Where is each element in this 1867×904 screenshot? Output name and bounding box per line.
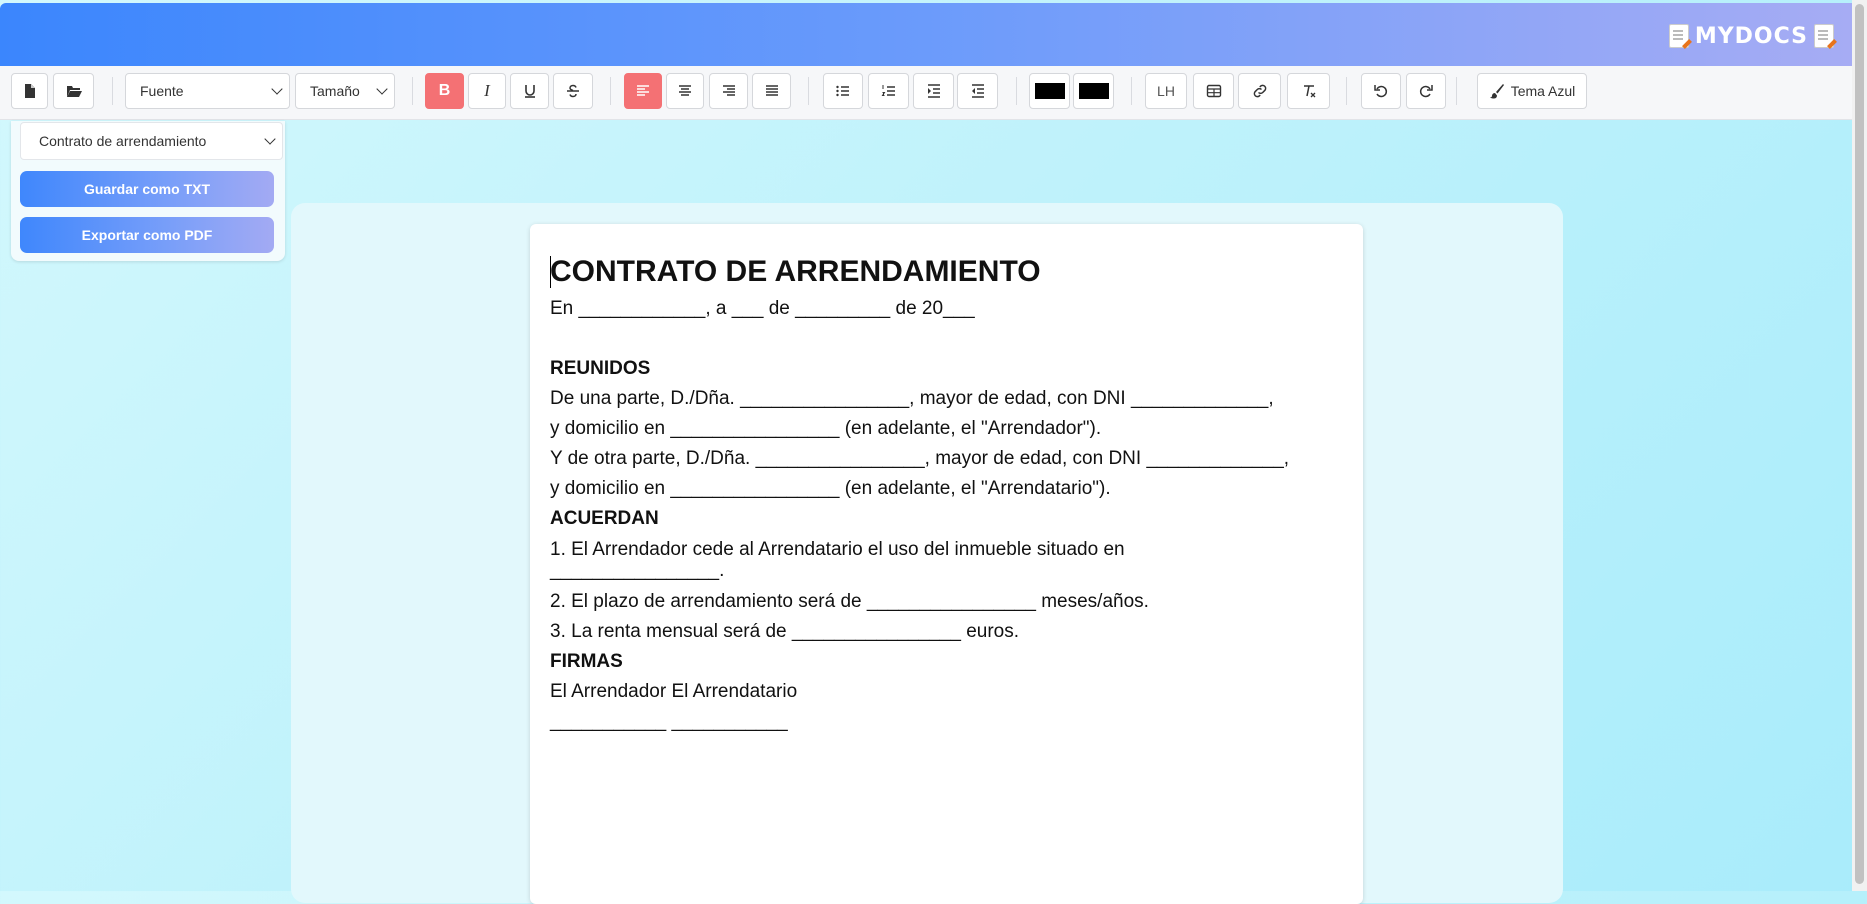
redo-button[interactable] — [1406, 73, 1446, 109]
chevron-down-icon — [376, 83, 388, 95]
theme-button[interactable]: Tema Azul — [1477, 73, 1587, 109]
section-heading-acuerdan: ACUERDAN — [550, 508, 659, 529]
indent-icon — [927, 84, 940, 98]
document-page[interactable]: CONTRATO DE ARRENDAMIENTO En ___________… — [530, 224, 1363, 904]
memo-icon — [1668, 24, 1689, 48]
clear-format-icon — [1303, 85, 1315, 98]
clear-format-button[interactable] — [1287, 73, 1330, 109]
party2-line1: Y de otra parte, D./Dña. _______________… — [550, 448, 1290, 469]
section-heading-firmas: FIRMAS — [550, 651, 623, 672]
toolbar-divider — [1346, 77, 1347, 105]
template-select-value: Contrato de arrendamiento — [39, 133, 207, 149]
clause-3: 3. La renta mensual será de ____________… — [550, 621, 1020, 642]
app-header: MYDOCS — [0, 3, 1852, 66]
toolbar-divider — [1016, 77, 1017, 105]
font-size-value: Tamaño — [310, 83, 360, 99]
italic-button[interactable]: I — [468, 73, 506, 109]
brand-name: MYDOCS — [1694, 23, 1808, 49]
outdent-button[interactable] — [957, 73, 998, 109]
text-color-swatch — [1034, 83, 1065, 99]
bold-button[interactable]: B — [425, 73, 464, 109]
toolbar-divider — [808, 77, 809, 105]
background-color-picker[interactable] — [1073, 73, 1114, 109]
party1-line1: De una parte, D./Dña. ________________, … — [550, 388, 1274, 409]
background-color-swatch — [1078, 83, 1109, 99]
insert-table-button[interactable] — [1193, 73, 1234, 109]
underline-button[interactable] — [510, 73, 549, 109]
export-pdf-button[interactable]: Exportar como PDF — [20, 217, 274, 253]
formatting-toolbar: Fuente Tamaño B I LH Tema Azul — [0, 66, 1852, 120]
save-txt-button[interactable]: Guardar como TXT — [20, 171, 274, 207]
document-title-text: CONTRATO DE ARRENDAMIENTO — [550, 255, 1041, 288]
table-icon — [1206, 84, 1221, 98]
clause-1-line1: 1. El Arrendador cede al Arrendatario el… — [550, 539, 1125, 560]
party2-line2: y domicilio en ________________ (en adel… — [550, 478, 1111, 499]
clause-1: 1. El Arrendador cede al Arrendatario el… — [550, 539, 1350, 581]
link-icon — [1253, 84, 1266, 98]
align-justify-icon — [765, 85, 778, 96]
chevron-down-icon — [271, 83, 283, 95]
align-left-icon — [637, 85, 649, 96]
align-center-icon — [679, 85, 691, 96]
toolbar-divider — [112, 77, 113, 105]
party1-line2: y domicilio en ________________ (en adel… — [550, 418, 1102, 439]
undo-button[interactable] — [1361, 73, 1401, 109]
numbered-list-icon — [881, 85, 895, 96]
align-right-icon — [722, 85, 735, 96]
text-cursor — [550, 256, 551, 288]
italic-icon: I — [484, 81, 490, 100]
indent-button[interactable] — [913, 73, 954, 109]
strikethrough-button[interactable] — [553, 73, 593, 109]
line-height-button[interactable]: LH — [1145, 73, 1187, 109]
memo-icon — [1814, 24, 1834, 48]
sidebar-panel: Contrato de arrendamiento Guardar como T… — [11, 121, 285, 261]
line-height-label: LH — [1157, 83, 1175, 99]
font-family-select[interactable]: Fuente — [125, 73, 290, 109]
open-document-button[interactable] — [53, 73, 94, 109]
toolbar-divider — [1456, 77, 1457, 105]
toolbar-divider — [1131, 77, 1132, 105]
clause-2: 2. El plazo de arrendamiento será de ___… — [550, 591, 1149, 612]
folder-open-icon — [66, 86, 82, 97]
template-select[interactable]: Contrato de arrendamiento — [20, 122, 283, 160]
outdent-icon — [971, 84, 984, 98]
redo-icon — [1419, 85, 1433, 98]
numbered-list-button[interactable] — [868, 73, 909, 109]
file-icon — [24, 84, 35, 98]
theme-label: Tema Azul — [1510, 83, 1576, 99]
clause-1-line2: ________________. — [550, 560, 725, 581]
strikethrough-icon — [567, 84, 579, 98]
document-content[interactable]: CONTRATO DE ARRENDAMIENTO En ___________… — [550, 252, 1350, 737]
bullet-list-icon — [836, 85, 849, 97]
page-scrollbar[interactable] — [1852, 0, 1867, 891]
chevron-down-icon — [264, 133, 276, 145]
toolbar-divider — [610, 77, 611, 105]
brand-logo: MYDOCS — [1668, 21, 1834, 51]
font-size-select[interactable]: Tamaño — [295, 73, 395, 109]
bullet-list-button[interactable] — [823, 73, 863, 109]
document-title: CONTRATO DE ARRENDAMIENTO — [550, 252, 1350, 292]
date-line: En ____________, a ___ de _________ de 2… — [550, 298, 975, 319]
toolbar-divider — [412, 77, 413, 105]
signature-labels: El Arrendador El Arrendatario — [550, 681, 798, 702]
paintbrush-icon — [1489, 84, 1504, 99]
align-left-button[interactable] — [624, 73, 662, 109]
align-justify-button[interactable] — [752, 73, 791, 109]
text-color-picker[interactable] — [1029, 73, 1070, 109]
bold-icon: B — [438, 82, 451, 99]
undo-icon — [1374, 85, 1388, 98]
section-heading-reunidos: REUNIDOS — [550, 358, 651, 379]
align-right-button[interactable] — [709, 73, 748, 109]
new-document-button[interactable] — [11, 73, 48, 109]
underline-icon — [524, 85, 535, 98]
insert-link-button[interactable] — [1238, 73, 1281, 109]
font-family-value: Fuente — [140, 83, 184, 99]
signature-lines: ___________ ___________ — [550, 711, 788, 732]
scrollbar-thumb[interactable] — [1855, 4, 1864, 884]
align-center-button[interactable] — [666, 73, 704, 109]
